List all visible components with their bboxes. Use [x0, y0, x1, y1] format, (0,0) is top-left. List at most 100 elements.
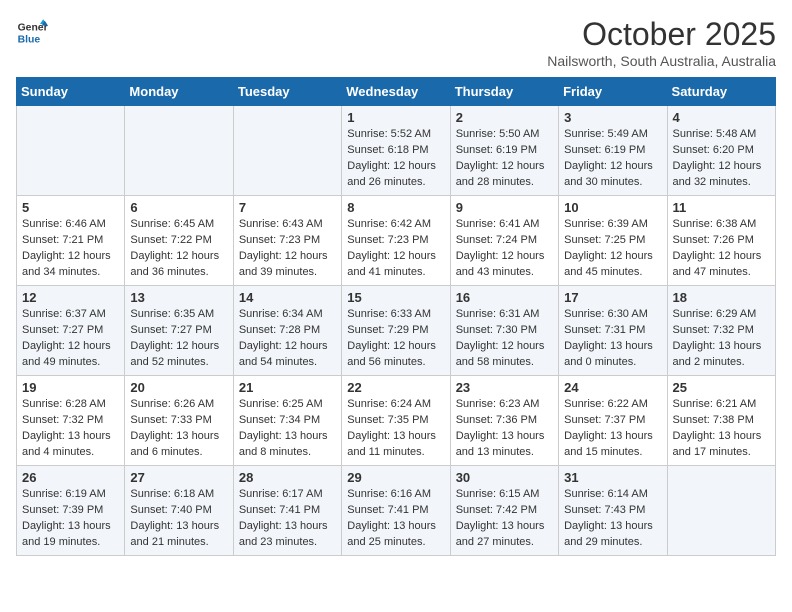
calendar-cell: 26 Sunrise: 6:19 AM Sunset: 7:39 PM Dayli…	[17, 466, 125, 556]
calendar-cell: 8Sunrise: 6:42 AM Sunset: 7:23 PM Daylig…	[342, 196, 450, 286]
header-day-friday: Friday	[559, 78, 667, 106]
calendar-cell: 17 Sunrise: 6:30 AM Sunset: 7:31 PM Dayli…	[559, 286, 667, 376]
calendar-cell: 28Sunrise: 6:17 AM Sunset: 7:41 PM Dayli…	[233, 466, 341, 556]
week-row-2: 5Sunrise: 6:46 AM Sunset: 7:21 PM Daylig…	[17, 196, 776, 286]
day-number: 27	[130, 470, 227, 485]
day-info: Sunrise: 6:15 AM Sunset: 7:42 PM Dayligh…	[456, 487, 553, 551]
day-number: 22	[347, 380, 444, 395]
day-info: Sunrise: 6:35 AM Sunset: 7:27 PM Dayligh…	[130, 307, 227, 371]
day-info: Sunrise: 6:17 AM Sunset: 7:41 PM Dayligh…	[239, 487, 336, 551]
day-number: 26	[22, 470, 119, 485]
day-info: Sunrise: 6:25 AM Sunset: 7:34 PM Dayligh…	[239, 397, 336, 461]
month-title: October 2025	[547, 16, 776, 53]
day-info: Sunrise: 6:26 AM Sunset: 7:33 PM Dayligh…	[130, 397, 227, 461]
calendar-cell: 18Sunrise: 6:29 AM Sunset: 7:32 PM Dayli…	[667, 286, 775, 376]
day-number: 8	[347, 200, 444, 215]
day-info: Sunrise: 6:31 AM Sunset: 7:30 PM Dayligh…	[456, 307, 553, 371]
day-info: Sunrise: 6:39 AM Sunset: 7:25 PM Dayligh…	[564, 217, 661, 281]
day-info: Sunrise: 6:19 AM Sunset: 7:39 PM Dayligh…	[22, 487, 119, 551]
day-number: 29	[347, 470, 444, 485]
day-info: Sunrise: 6:22 AM Sunset: 7:37 PM Dayligh…	[564, 397, 661, 461]
calendar-cell: 3Sunrise: 5:49 AM Sunset: 6:19 PM Daylig…	[559, 106, 667, 196]
calendar-cell	[17, 106, 125, 196]
day-info: Sunrise: 6:24 AM Sunset: 7:35 PM Dayligh…	[347, 397, 444, 461]
calendar-cell: 2 Sunrise: 5:50 AM Sunset: 6:19 PM Daylig…	[450, 106, 558, 196]
calendar-cell: 21 Sunrise: 6:25 AM Sunset: 7:34 PM Dayli…	[233, 376, 341, 466]
day-number: 11	[673, 200, 770, 215]
calendar-cell	[125, 106, 233, 196]
day-number: 10	[564, 200, 661, 215]
calendar-cell: 29Sunrise: 6:16 AM Sunset: 7:41 PM Dayli…	[342, 466, 450, 556]
calendar-cell: 5Sunrise: 6:46 AM Sunset: 7:21 PM Daylig…	[17, 196, 125, 286]
logo: General Blue	[16, 16, 48, 48]
day-number: 7	[239, 200, 336, 215]
day-info: Sunrise: 6:45 AM Sunset: 7:22 PM Dayligh…	[130, 217, 227, 281]
day-info: Sunrise: 6:29 AM Sunset: 7:32 PM Dayligh…	[673, 307, 770, 371]
calendar-cell: 7 Sunrise: 6:43 AM Sunset: 7:23 PM Daylig…	[233, 196, 341, 286]
calendar-cell: 4 Sunrise: 5:48 AM Sunset: 6:20 PM Daylig…	[667, 106, 775, 196]
day-number: 2	[456, 110, 553, 125]
calendar-cell	[667, 466, 775, 556]
day-info: Sunrise: 6:21 AM Sunset: 7:38 PM Dayligh…	[673, 397, 770, 461]
day-info: Sunrise: 6:38 AM Sunset: 7:26 PM Dayligh…	[673, 217, 770, 281]
day-info: Sunrise: 5:49 AM Sunset: 6:19 PM Dayligh…	[564, 127, 661, 191]
logo-icon: General Blue	[16, 16, 48, 48]
calendar-cell: 13Sunrise: 6:35 AM Sunset: 7:27 PM Dayli…	[125, 286, 233, 376]
day-number: 21	[239, 380, 336, 395]
day-number: 20	[130, 380, 227, 395]
header-day-sunday: Sunday	[17, 78, 125, 106]
day-info: Sunrise: 6:46 AM Sunset: 7:21 PM Dayligh…	[22, 217, 119, 281]
day-number: 31	[564, 470, 661, 485]
calendar-cell: 11 Sunrise: 6:38 AM Sunset: 7:26 PM Dayli…	[667, 196, 775, 286]
calendar-cell: 19Sunrise: 6:28 AM Sunset: 7:32 PM Dayli…	[17, 376, 125, 466]
day-number: 16	[456, 290, 553, 305]
day-info: Sunrise: 5:50 AM Sunset: 6:19 PM Dayligh…	[456, 127, 553, 191]
day-number: 24	[564, 380, 661, 395]
calendar-cell: 31Sunrise: 6:14 AM Sunset: 7:43 PM Dayli…	[559, 466, 667, 556]
day-number: 14	[239, 290, 336, 305]
day-number: 6	[130, 200, 227, 215]
header-day-wednesday: Wednesday	[342, 78, 450, 106]
day-info: Sunrise: 6:43 AM Sunset: 7:23 PM Dayligh…	[239, 217, 336, 281]
day-info: Sunrise: 5:52 AM Sunset: 6:18 PM Dayligh…	[347, 127, 444, 191]
calendar-cell: 9 Sunrise: 6:41 AM Sunset: 7:24 PM Daylig…	[450, 196, 558, 286]
page-header: General Blue October 2025 Nailsworth, So…	[16, 16, 776, 69]
day-info: Sunrise: 6:34 AM Sunset: 7:28 PM Dayligh…	[239, 307, 336, 371]
day-info: Sunrise: 6:23 AM Sunset: 7:36 PM Dayligh…	[456, 397, 553, 461]
day-number: 9	[456, 200, 553, 215]
title-block: October 2025 Nailsworth, South Australia…	[547, 16, 776, 69]
calendar-cell: 24 Sunrise: 6:22 AM Sunset: 7:37 PM Dayli…	[559, 376, 667, 466]
calendar-cell: 6 Sunrise: 6:45 AM Sunset: 7:22 PM Daylig…	[125, 196, 233, 286]
day-info: Sunrise: 6:30 AM Sunset: 7:31 PM Dayligh…	[564, 307, 661, 371]
header-row: SundayMondayTuesdayWednesdayThursdayFrid…	[17, 78, 776, 106]
svg-text:Blue: Blue	[18, 34, 41, 45]
header-day-thursday: Thursday	[450, 78, 558, 106]
calendar-cell: 15 Sunrise: 6:33 AM Sunset: 7:29 PM Dayli…	[342, 286, 450, 376]
header-day-tuesday: Tuesday	[233, 78, 341, 106]
day-number: 17	[564, 290, 661, 305]
day-number: 12	[22, 290, 119, 305]
calendar-cell: 12Sunrise: 6:37 AM Sunset: 7:27 PM Dayli…	[17, 286, 125, 376]
calendar-cell	[233, 106, 341, 196]
day-number: 15	[347, 290, 444, 305]
calendar-cell: 25 Sunrise: 6:21 AM Sunset: 7:38 PM Dayli…	[667, 376, 775, 466]
week-row-3: 12Sunrise: 6:37 AM Sunset: 7:27 PM Dayli…	[17, 286, 776, 376]
day-number: 4	[673, 110, 770, 125]
calendar-cell: 30Sunrise: 6:15 AM Sunset: 7:42 PM Dayli…	[450, 466, 558, 556]
calendar-cell: 23 Sunrise: 6:23 AM Sunset: 7:36 PM Dayli…	[450, 376, 558, 466]
week-row-4: 19Sunrise: 6:28 AM Sunset: 7:32 PM Dayli…	[17, 376, 776, 466]
day-info: Sunrise: 6:41 AM Sunset: 7:24 PM Dayligh…	[456, 217, 553, 281]
header-day-saturday: Saturday	[667, 78, 775, 106]
calendar-cell: 14 Sunrise: 6:34 AM Sunset: 7:28 PM Dayli…	[233, 286, 341, 376]
calendar-cell: 1Sunrise: 5:52 AM Sunset: 6:18 PM Daylig…	[342, 106, 450, 196]
calendar-cell: 22 Sunrise: 6:24 AM Sunset: 7:35 PM Dayli…	[342, 376, 450, 466]
week-row-1: 1Sunrise: 5:52 AM Sunset: 6:18 PM Daylig…	[17, 106, 776, 196]
day-number: 23	[456, 380, 553, 395]
week-row-5: 26 Sunrise: 6:19 AM Sunset: 7:39 PM Dayli…	[17, 466, 776, 556]
day-info: Sunrise: 6:33 AM Sunset: 7:29 PM Dayligh…	[347, 307, 444, 371]
day-info: Sunrise: 5:48 AM Sunset: 6:20 PM Dayligh…	[673, 127, 770, 191]
day-number: 25	[673, 380, 770, 395]
calendar-cell: 16 Sunrise: 6:31 AM Sunset: 7:30 PM Dayli…	[450, 286, 558, 376]
calendar-cell: 10 Sunrise: 6:39 AM Sunset: 7:25 PM Dayli…	[559, 196, 667, 286]
calendar-cell: 20 Sunrise: 6:26 AM Sunset: 7:33 PM Dayli…	[125, 376, 233, 466]
